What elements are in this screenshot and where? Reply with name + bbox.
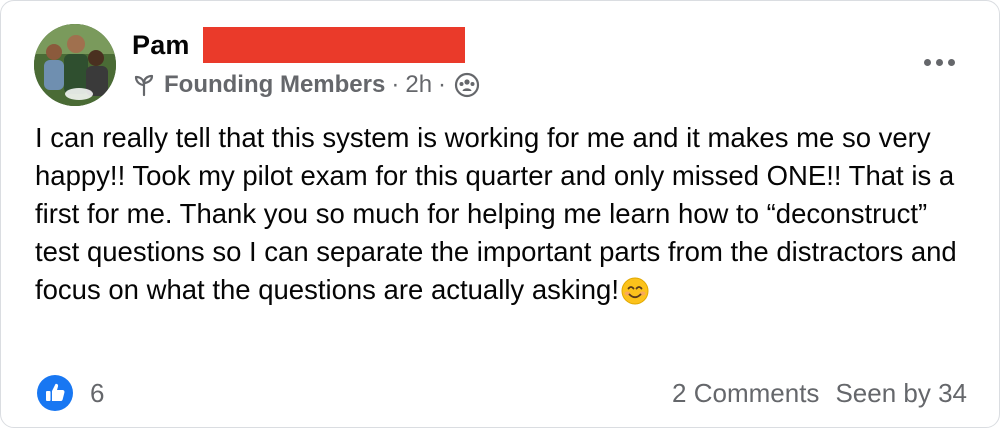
post-stats: 2 Comments Seen by 34 (672, 373, 967, 413)
author-name[interactable]: Pam (132, 30, 190, 61)
post-timestamp[interactable]: 2h (405, 71, 432, 99)
group-name-link[interactable]: Founding Members (164, 71, 385, 99)
meta-separator: · (438, 71, 447, 98)
author-row: Pam (132, 25, 465, 65)
post-meta: Founding Members · 2h · (132, 67, 480, 103)
like-icon (36, 374, 74, 412)
post-text: I can really tell that this system is wo… (35, 122, 957, 305)
meta-separator: · (391, 71, 400, 98)
more-dots-icon (935, 58, 943, 66)
post-text-container: I can really tell that this system is wo… (35, 119, 975, 315)
seen-by-link[interactable]: Seen by 34 (835, 378, 967, 409)
reactions-summary[interactable]: 6 (36, 373, 104, 413)
redaction-bar (202, 27, 465, 63)
author-avatar[interactable] (34, 24, 116, 106)
post-card: Pam Founding Members · 2h · I can really… (0, 0, 1000, 428)
more-options-button[interactable] (919, 47, 959, 77)
more-dots-icon (923, 58, 931, 66)
sprout-icon (132, 73, 156, 97)
more-dots-icon (947, 58, 955, 66)
smiling-face-emoji (621, 277, 649, 315)
reaction-count: 6 (90, 377, 105, 408)
group-privacy-icon (454, 72, 480, 98)
comments-count-link[interactable]: 2 Comments (672, 378, 819, 409)
